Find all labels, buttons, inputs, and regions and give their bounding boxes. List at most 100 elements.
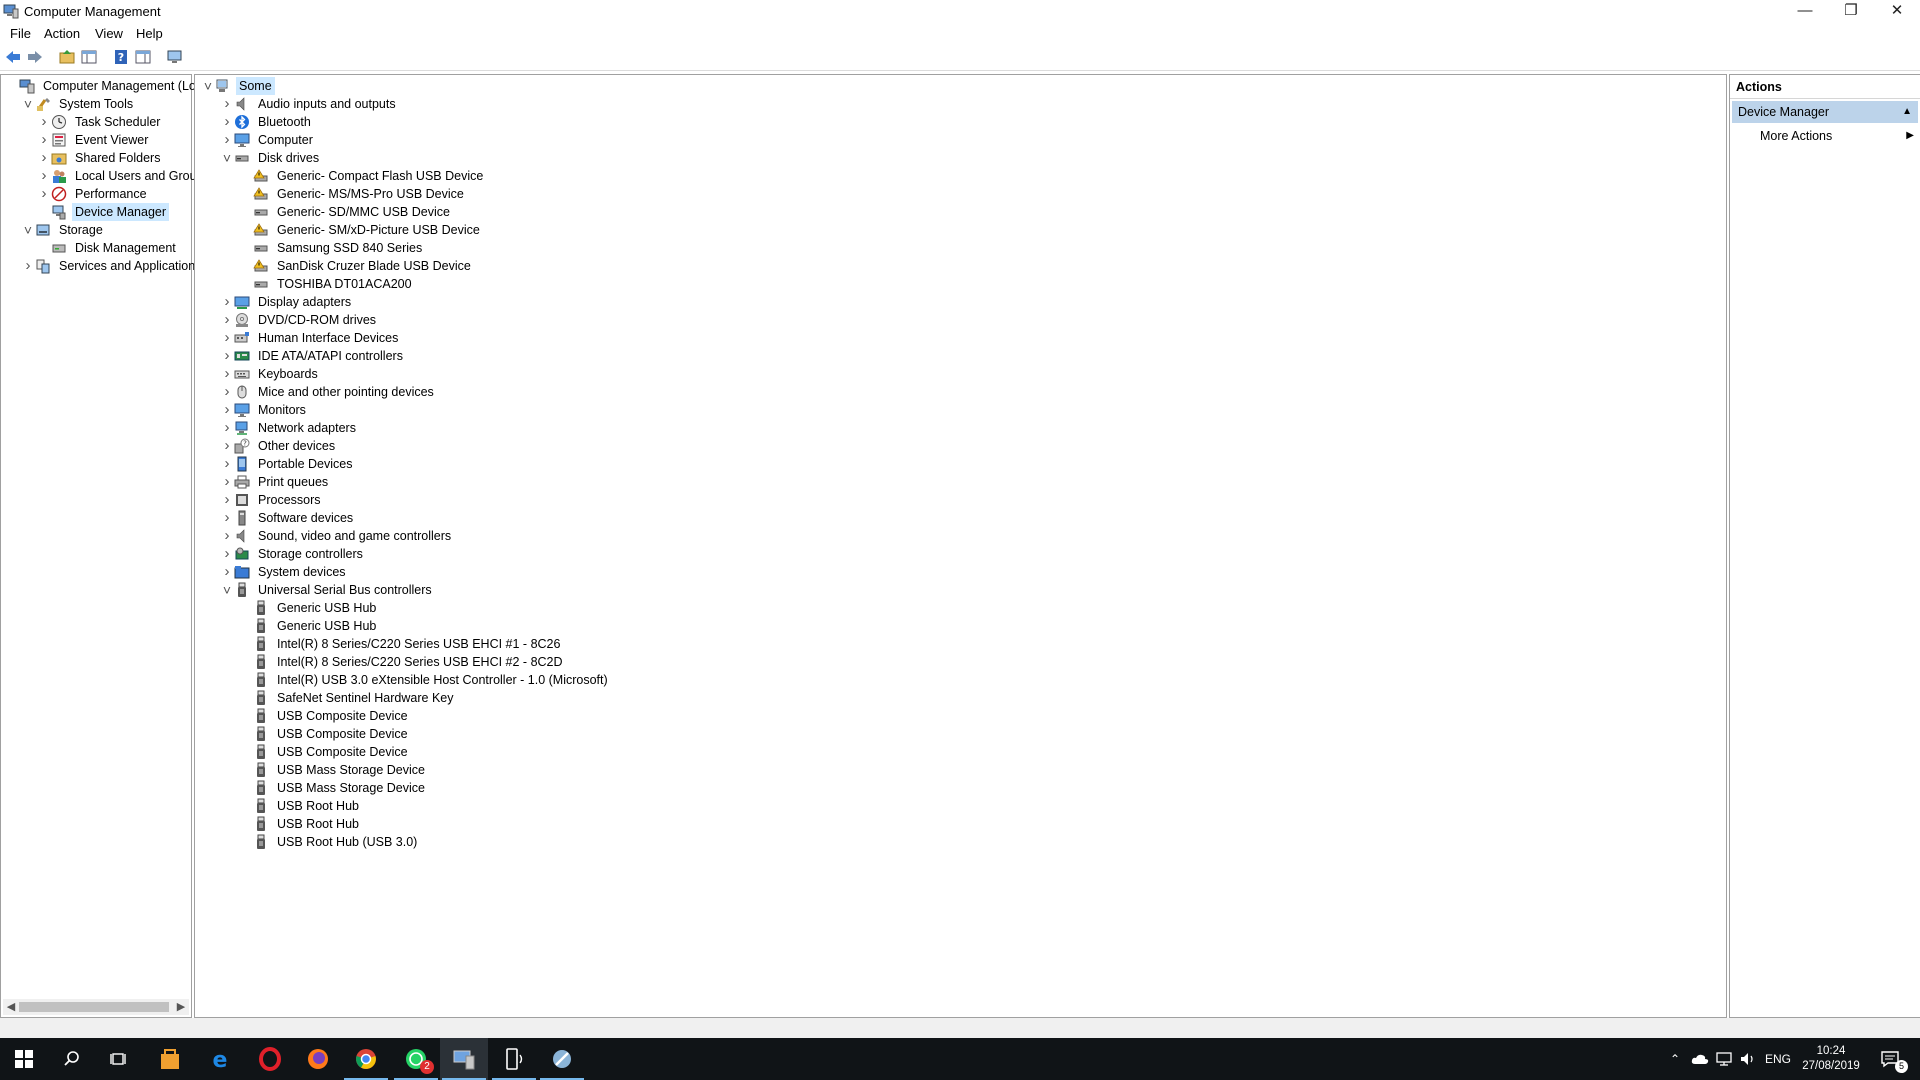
collapsed-chevron-icon[interactable]: › — [37, 149, 51, 167]
device-tree-label: SanDisk Cruzer Blade USB Device — [277, 259, 471, 273]
collapsed-chevron-icon[interactable]: › — [220, 401, 234, 419]
expanded-chevron-icon[interactable]: ˅ — [220, 581, 234, 599]
taskbar-edge[interactable]: e — [196, 1038, 244, 1080]
minimize-button[interactable]: — — [1782, 0, 1828, 22]
warning-drive-icon — [253, 223, 268, 236]
collapsed-chevron-icon[interactable]: › — [220, 527, 234, 545]
network-tray[interactable] — [1712, 1038, 1736, 1080]
action-center-button[interactable]: 5 — [1870, 1038, 1910, 1080]
input-language[interactable]: ENG — [1762, 1038, 1794, 1080]
expanded-chevron-icon[interactable]: ˅ — [21, 221, 35, 239]
taskbar-app-store[interactable] — [146, 1038, 194, 1080]
collapsed-chevron-icon[interactable]: › — [220, 365, 234, 383]
scroll-left-arrow-icon[interactable]: ◀ — [3, 999, 19, 1015]
onedrive-tray[interactable] — [1688, 1038, 1712, 1080]
show-hidden-icons-button[interactable]: ⌃ — [1664, 1038, 1686, 1080]
collapsed-chevron-icon[interactable]: › — [220, 455, 234, 473]
taskbar-whatsapp[interactable]: 2 — [392, 1038, 440, 1080]
svg-text:e: e — [213, 1048, 228, 1071]
taskbar-computer-management[interactable] — [440, 1038, 488, 1080]
expanded-chevron-icon[interactable]: ˅ — [21, 95, 35, 113]
display-adapter-icon — [234, 296, 250, 309]
expanded-chevron-icon[interactable]: ˅ — [220, 149, 234, 167]
speaker-icon — [236, 529, 245, 543]
collapsed-chevron-icon[interactable]: › — [220, 95, 234, 113]
expanded-chevron-icon[interactable]: ˅ — [201, 77, 215, 95]
actions-device-manager-section[interactable]: Device Manager ▲ — [1732, 101, 1918, 123]
collapsed-chevron-icon[interactable]: › — [220, 131, 234, 149]
menu-file[interactable]: File — [10, 26, 31, 41]
restore-button[interactable]: ❐ — [1828, 0, 1874, 22]
usb-icon — [238, 582, 246, 597]
device-tree-label: Human Interface Devices — [258, 331, 399, 345]
task-view-button[interactable] — [96, 1038, 144, 1080]
scan-hardware-icon[interactable] — [166, 48, 184, 66]
help-icon[interactable]: ? — [112, 48, 130, 66]
close-button[interactable]: ✕ — [1874, 0, 1920, 22]
collapsed-chevron-icon[interactable]: › — [220, 563, 234, 581]
show-hide-action-pane-icon[interactable] — [134, 48, 152, 66]
device-tree-pane[interactable]: ˅ Some › Audio inputs and outputs › Bluetooth… — [194, 74, 1727, 1018]
taskbar-chrome[interactable] — [342, 1038, 390, 1080]
disk-drive-icon — [235, 155, 249, 162]
device-tree-label: Some — [236, 77, 275, 95]
menu-view[interactable]: View — [95, 26, 123, 41]
collapsed-chevron-icon[interactable]: › — [37, 167, 51, 185]
device-tree-label: Keyboards — [258, 367, 318, 381]
search-button[interactable] — [48, 1038, 96, 1080]
collapsed-chevron-icon[interactable]: › — [220, 329, 234, 347]
svg-text:?: ? — [243, 440, 247, 448]
collapsed-chevron-icon[interactable]: › — [37, 185, 51, 203]
warning-drive-icon — [253, 187, 268, 200]
collapsed-chevron-icon[interactable]: › — [220, 509, 234, 527]
scroll-thumb[interactable] — [19, 1002, 169, 1012]
device-tree-label: Portable Devices — [258, 457, 353, 471]
disk-drive-icon — [254, 281, 268, 288]
collapse-up-icon[interactable]: ▲ — [1902, 101, 1912, 123]
collapsed-chevron-icon[interactable]: › — [220, 545, 234, 563]
nav-tree-label: Services and Applications — [59, 259, 202, 273]
printer-icon — [234, 475, 250, 489]
volume-tray[interactable] — [1736, 1038, 1760, 1080]
device-tree-label: Generic- SM/xD-Picture USB Device — [277, 223, 480, 237]
collapsed-chevron-icon[interactable]: › — [220, 113, 234, 131]
device-manager-icon — [52, 205, 66, 220]
usb-icon — [257, 708, 265, 723]
collapsed-chevron-icon[interactable]: › — [220, 311, 234, 329]
collapsed-chevron-icon[interactable]: › — [220, 473, 234, 491]
device-tree-label: SafeNet Sentinel Hardware Key — [277, 691, 454, 705]
portable-device-icon — [237, 456, 247, 472]
taskbar-opera[interactable] — [246, 1038, 294, 1080]
device-tree-label: Storage controllers — [258, 547, 363, 561]
toolbar: ? — [0, 44, 1920, 71]
more-actions-item[interactable]: More Actions ▶ — [1760, 125, 1918, 147]
collapsed-chevron-icon[interactable]: › — [220, 437, 234, 455]
scroll-right-arrow-icon[interactable]: ▶ — [173, 999, 189, 1015]
collapsed-chevron-icon[interactable]: › — [220, 491, 234, 509]
collapsed-chevron-icon[interactable]: › — [220, 293, 234, 311]
menu-action[interactable]: Action — [44, 26, 80, 41]
navigation-horizontal-scrollbar[interactable]: ◀ ▶ — [3, 999, 189, 1015]
network-icon — [1716, 1052, 1732, 1066]
clock[interactable]: 10:24 27/08/2019 — [1798, 1038, 1864, 1080]
collapsed-chevron-icon[interactable]: › — [220, 419, 234, 437]
taskbar-phone-app[interactable] — [490, 1038, 538, 1080]
show-hide-tree-icon[interactable] — [80, 48, 98, 66]
back-arrow-icon[interactable] — [4, 48, 22, 66]
collapsed-chevron-icon[interactable]: › — [220, 347, 234, 365]
collapsed-chevron-icon[interactable]: › — [37, 131, 51, 149]
disk-management-icon — [52, 244, 66, 253]
title-bar: Computer Management — ❐ ✕ — [0, 0, 1920, 22]
svg-text:?: ? — [118, 51, 124, 64]
taskbar-firefox[interactable] — [294, 1038, 342, 1080]
menu-help[interactable]: Help — [136, 26, 163, 41]
collapsed-chevron-icon[interactable]: › — [37, 113, 51, 131]
navigation-pane[interactable]: Computer Management (Local ˅ System Tools ›… — [0, 74, 212, 1018]
forward-arrow-icon[interactable] — [26, 48, 44, 66]
start-button[interactable] — [0, 1038, 48, 1080]
network-adapter-icon — [235, 421, 248, 435]
up-folder-icon[interactable] — [58, 48, 76, 66]
taskbar-tool-app[interactable] — [538, 1038, 586, 1080]
collapsed-chevron-icon[interactable]: › — [220, 383, 234, 401]
collapsed-chevron-icon[interactable]: › — [21, 257, 35, 275]
